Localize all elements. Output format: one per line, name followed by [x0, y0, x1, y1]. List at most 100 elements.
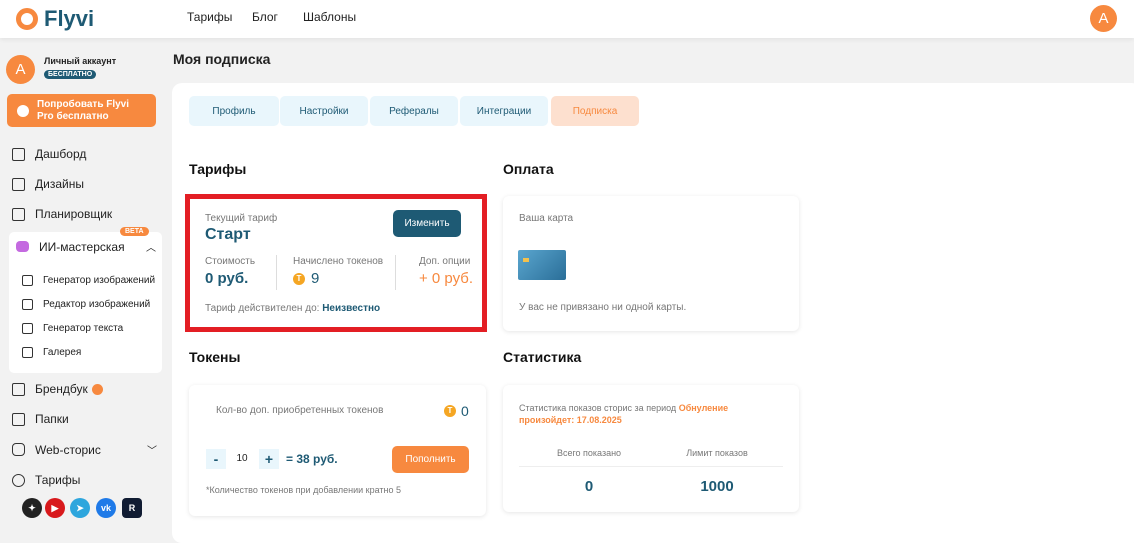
sub-label: Редактор изображений	[43, 299, 151, 310]
sidebar-item-brandbook[interactable]: Брендбук	[12, 382, 103, 396]
limit-value: 1000	[700, 478, 734, 495]
tab-integrations[interactable]: Интеграции	[460, 96, 548, 126]
stats-description: Статистика показов сторис за период Обну…	[519, 402, 759, 426]
sidebar-item-designs[interactable]: Дизайны	[12, 177, 84, 191]
tokens-accrued-label: Начислено токенов	[293, 256, 384, 267]
sidebar-subitem-image-generator[interactable]: Генератор изображений	[22, 275, 155, 286]
bought-tokens: T0	[444, 403, 469, 419]
chevron-up-icon: ︿	[146, 243, 156, 254]
sidebar-item-ai-workshop[interactable]: ИИ-мастерская ︿	[16, 239, 156, 254]
topup-button[interactable]: Пополнить	[392, 446, 469, 473]
tokens-heading: Токены	[189, 349, 241, 365]
sidebar-label: ИИ-мастерская	[39, 239, 125, 254]
try-pro-button[interactable]: Попробовать Flyvi Pro бесплатно	[7, 94, 156, 127]
user-avatar[interactable]: A	[1090, 5, 1117, 32]
folder-icon	[12, 412, 25, 426]
valid-until: Тариф действителен до: Неизвестно	[205, 303, 380, 314]
payment-heading: Оплата	[503, 161, 554, 177]
sidebar-label: Дизайны	[35, 177, 84, 191]
zen-icon[interactable]: ✦	[22, 498, 42, 518]
account-avatar[interactable]: A	[6, 55, 35, 84]
divider	[519, 466, 783, 467]
tab-settings[interactable]: Настройки	[280, 96, 368, 126]
robot-icon	[16, 241, 29, 252]
vk-icon[interactable]: vk	[96, 498, 116, 518]
sidebar-label: Web-сторис	[35, 442, 101, 457]
telegram-icon[interactable]: ➤	[70, 498, 90, 518]
sidebar-item-planner[interactable]: Планировщик	[12, 207, 112, 221]
youtube-icon[interactable]: ▶	[45, 498, 65, 518]
sidebar-subitem-gallery[interactable]: Галерея	[22, 347, 81, 358]
tab-profile[interactable]: Профиль	[189, 96, 279, 126]
cost-label: Стоимость	[205, 256, 256, 267]
token-quantity-input[interactable]: 10	[230, 453, 254, 464]
token-coin-icon: T	[444, 405, 456, 417]
sidebar-item-folders[interactable]: Папки	[12, 412, 69, 426]
tokens-accrued: T9	[293, 270, 319, 287]
logo-icon	[16, 8, 38, 30]
change-tariff-button[interactable]: Изменить	[393, 210, 461, 237]
cost-value: 0 руб.	[205, 270, 249, 287]
account-name[interactable]: Личный аккаунт	[44, 56, 116, 66]
dollar-icon	[12, 473, 25, 487]
sub-label: Генератор текста	[43, 323, 124, 334]
divider	[395, 255, 396, 290]
increment-button[interactable]: +	[259, 449, 279, 469]
sidebar-item-tariffs[interactable]: Тарифы	[12, 473, 80, 487]
designs-icon	[12, 177, 25, 191]
page-title: Моя подписка	[173, 51, 271, 67]
no-card-text: У вас не привязано ни одной карты.	[519, 302, 687, 313]
sidebar-item-web-stories[interactable]: Web-сторис ﹀	[12, 442, 157, 457]
header: Flyvi Тарифы Блог Шаблоны A	[0, 0, 1134, 38]
chevron-down-icon: ﹀	[147, 446, 157, 457]
sidebar-label: Дашборд	[35, 147, 87, 161]
edit-icon	[12, 382, 25, 396]
text-icon	[22, 323, 33, 334]
beta-badge: BETA	[120, 227, 149, 236]
sidebar-item-dashboard[interactable]: Дашборд	[12, 147, 86, 161]
options-value: + 0 руб.	[419, 270, 474, 287]
stats-heading: Статистика	[503, 349, 582, 365]
total-shown-value: 0	[584, 478, 594, 495]
decrement-button[interactable]: -	[206, 449, 226, 469]
crown-icon	[91, 383, 103, 395]
sub-label: Галерея	[43, 347, 82, 358]
nav-templates[interactable]: Шаблоны	[303, 10, 356, 24]
image-plus-icon	[22, 275, 33, 286]
options-label: Доп. опции	[419, 256, 471, 267]
current-tariff-label: Текущий тариф	[205, 213, 278, 224]
sidebar-subitem-image-editor[interactable]: Редактор изображений	[22, 299, 150, 310]
sidebar-label: Папки	[35, 412, 69, 426]
token-coin-icon: T	[293, 272, 305, 285]
logo[interactable]: Flyvi	[44, 6, 94, 32]
plan-badge: БЕСПЛАТНО	[44, 70, 97, 79]
divider	[276, 255, 277, 290]
nav-tariffs[interactable]: Тарифы	[187, 10, 232, 24]
current-tariff-name: Старт	[205, 226, 251, 243]
sidebar-label: Брендбук	[35, 382, 88, 396]
rutube-icon[interactable]: R	[122, 498, 142, 518]
calendar-icon	[12, 207, 25, 221]
valid-value: Неизвестно	[322, 303, 381, 314]
bought-tokens-label: Кол-во доп. приобретенных токенов	[216, 405, 384, 416]
tokens-note: *Количество токенов при добавлении кратн…	[206, 485, 401, 495]
tokens-accrued-value: 9	[311, 270, 320, 287]
card-label: Ваша карта	[519, 213, 574, 224]
sub-label: Генератор изображений	[43, 275, 156, 286]
crown-icon	[17, 104, 29, 117]
tariffs-heading: Тарифы	[189, 161, 247, 177]
credit-card-icon	[518, 250, 566, 280]
tab-referrals[interactable]: Рефералы	[370, 96, 458, 126]
sidebar-label: Тарифы	[35, 473, 81, 487]
nav-blog[interactable]: Блог	[252, 10, 278, 24]
bought-tokens-value: 0	[461, 403, 469, 419]
tab-subscription[interactable]: Подписка	[551, 96, 639, 126]
valid-label: Тариф действителен до:	[205, 303, 320, 314]
instagram-icon	[12, 443, 25, 456]
stats-desc-text: Статистика показов сторис за период	[519, 403, 677, 413]
token-price: = 38 руб.	[286, 452, 338, 466]
sidebar-subitem-text-generator[interactable]: Генератор текста	[22, 323, 123, 334]
image-edit-icon	[22, 299, 33, 310]
limit-label: Лимит показов	[686, 448, 748, 458]
grid-icon	[12, 147, 25, 161]
